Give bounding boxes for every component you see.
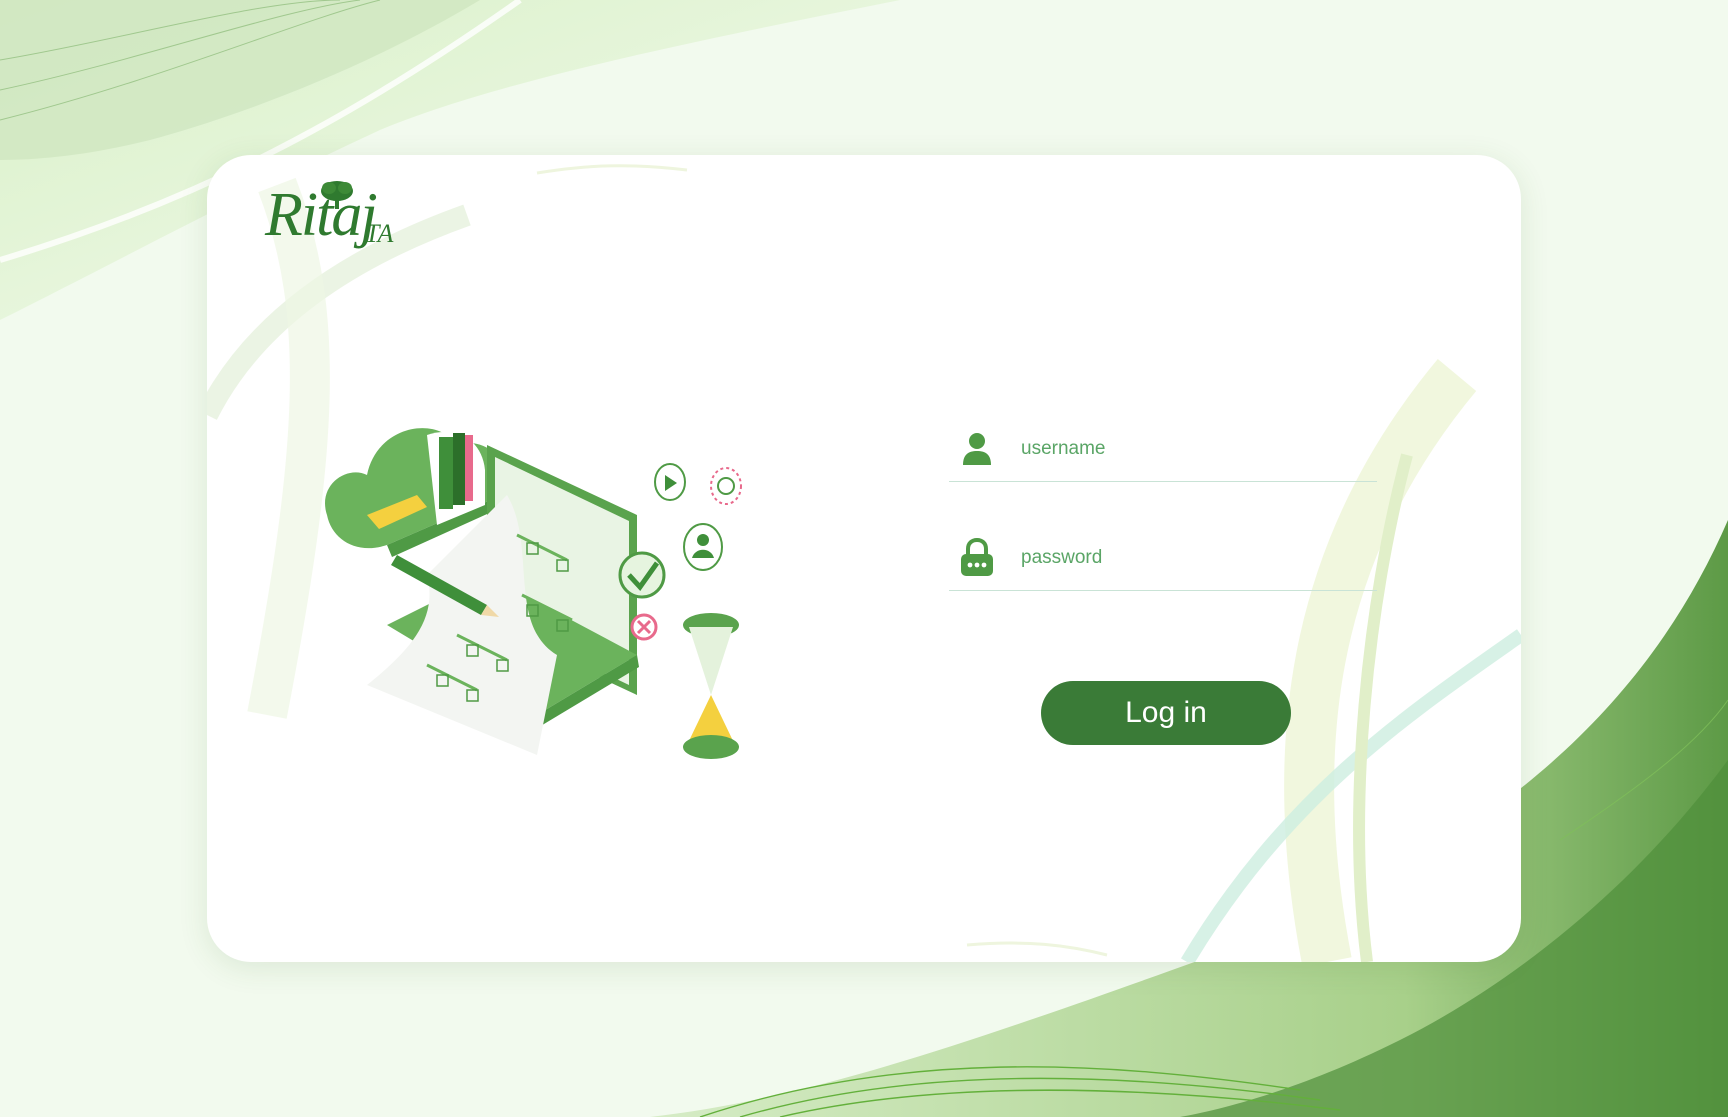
username-field-row [949,417,1377,482]
brand-logo: Ritaj TA [259,177,419,257]
lock-icon [957,538,997,578]
login-form: Log in [949,417,1377,745]
username-input[interactable] [1019,428,1353,470]
brand-name: Ritaj [265,181,378,249]
hourglass-illustration [683,613,739,759]
password-field-row [949,526,1377,591]
login-button[interactable]: Log in [1041,681,1291,745]
password-input[interactable] [1019,537,1353,579]
user-icon [957,429,997,469]
floating-icons-illustration [654,463,742,571]
login-card: Ritaj TA username Log in [207,155,1521,962]
brand-suffix: TA [365,219,394,248]
exam-illustration [325,428,742,759]
